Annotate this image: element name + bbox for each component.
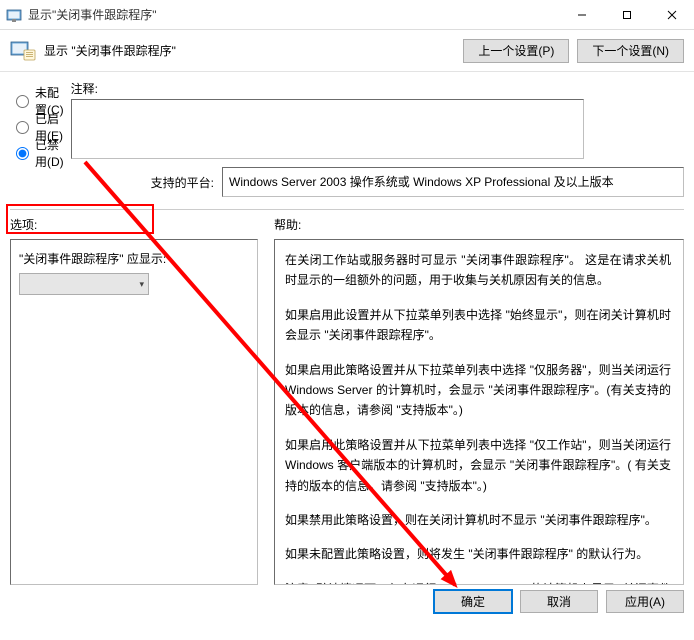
radio-disabled-input[interactable]	[16, 147, 29, 160]
support-value: Windows Server 2003 操作系统或 Windows XP Pro…	[222, 167, 684, 197]
divider	[10, 209, 684, 210]
comment-label: 注释:	[71, 80, 684, 97]
radio-not-configured-input[interactable]	[16, 95, 29, 108]
header: 显示 "关闭事件跟踪程序" 上一个设置(P) 下一个设置(N)	[0, 30, 694, 72]
options-combobox[interactable]: ▾	[19, 273, 149, 295]
radio-enabled-input[interactable]	[16, 121, 29, 134]
minimize-button[interactable]	[559, 0, 604, 29]
apply-button[interactable]: 应用(A)	[606, 590, 684, 613]
comment-textarea[interactable]	[71, 99, 584, 159]
support-label: 支持的平台:	[71, 174, 222, 191]
help-text: 如果启用此策略设置并从下拉菜单列表中选择 "仅服务器"，则当关闭运行 Windo…	[285, 360, 671, 421]
state-radiogroup: 未配置(C) 已启用(E) 已禁用(D)	[10, 80, 71, 197]
ok-button[interactable]: 确定	[434, 590, 512, 613]
close-button[interactable]	[649, 0, 694, 29]
content: 未配置(C) 已启用(E) 已禁用(D) 注释: 支持的平台: Windows …	[0, 72, 694, 582]
help-label: 帮助:	[274, 216, 684, 233]
help-text: 如果启用此设置并从下拉菜单列表中选择 "始终显示"，则在闭关计算机时会显示 "关…	[285, 305, 671, 346]
prev-setting-button[interactable]: 上一个设置(P)	[463, 39, 569, 63]
help-text: 如果未配置此策略设置，则将发生 "关闭事件跟踪程序" 的默认行为。	[285, 544, 671, 564]
help-text: 如果禁用此策略设置，则在关闭计算机时不显示 "关闭事件跟踪程序"。	[285, 510, 671, 530]
help-text: 在关闭工作站或服务器时可显示 "关闭事件跟踪程序"。 这是在请求关机时显示的一组…	[285, 250, 671, 291]
maximize-button[interactable]	[604, 0, 649, 29]
help-text: 如果启用此策略设置并从下拉菜单列表中选择 "仅工作站"，则当关闭运行 Windo…	[285, 435, 671, 496]
titlebar: 显示"关闭事件跟踪程序"	[0, 0, 694, 30]
next-setting-button[interactable]: 下一个设置(N)	[577, 39, 684, 63]
footer: 确定 取消 应用(A)	[0, 582, 694, 621]
options-panel: "关闭事件跟踪程序" 应显示: ▾	[10, 239, 258, 585]
policy-icon	[10, 38, 36, 64]
radio-disabled[interactable]: 已禁用(D)	[10, 140, 71, 166]
header-label: 显示 "关闭事件跟踪程序"	[44, 42, 176, 59]
options-label: 选项:	[10, 216, 258, 233]
window-title: 显示"关闭事件跟踪程序"	[28, 6, 157, 23]
help-panel[interactable]: 在关闭工作站或服务器时可显示 "关闭事件跟踪程序"。 这是在请求关机时显示的一组…	[274, 239, 684, 585]
chevron-down-icon: ▾	[139, 279, 144, 290]
options-prompt: "关闭事件跟踪程序" 应显示:	[19, 250, 249, 267]
cancel-button[interactable]: 取消	[520, 590, 598, 613]
radio-disabled-label: 已禁用(D)	[35, 136, 71, 170]
help-text: 注意: 默认情况下，仅在运行 Windows Server 的计算机上显示 "关…	[285, 579, 671, 585]
app-icon	[6, 7, 22, 23]
